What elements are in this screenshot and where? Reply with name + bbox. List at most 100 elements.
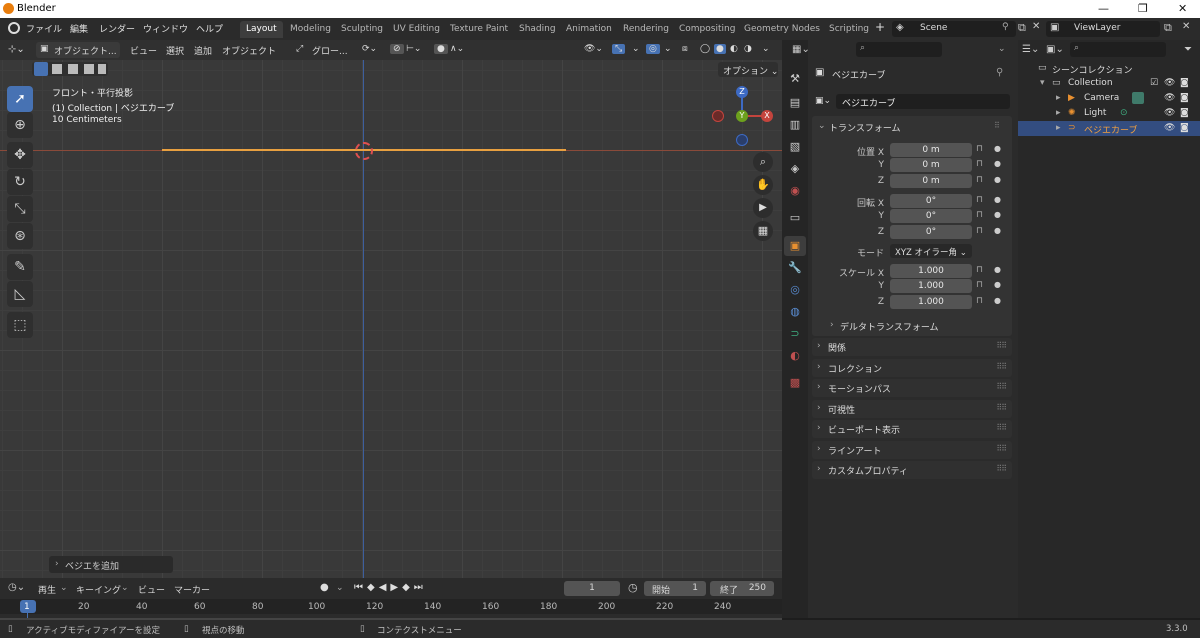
stopwatch-icon[interactable]: ◷ [628,581,638,594]
overlay-toggle-icon[interactable]: ◎ [646,44,660,54]
pin-icon[interactable]: ⚲ [1002,22,1009,32]
visibility-icon[interactable]: 👁⌄ [584,44,603,54]
pan-hand-icon[interactable]: ✋ [753,175,773,195]
keyframe-dot-icon[interactable]: ● [994,144,1001,153]
annotate-tool-icon[interactable]: ✎ [7,254,33,280]
gizmo-neg-x-icon[interactable] [712,110,724,122]
snap-icon[interactable]: ⊘ [390,44,404,54]
menu-edit[interactable]: 編集 [70,22,88,35]
outliner-row-collection[interactable]: ▾ ▭ Collection ☑ 👁 ◙ [1018,76,1200,91]
panel-line-art[interactable]: › ラインアート ⠿⠿ [812,441,1012,459]
gizmo-toggle-icon[interactable]: ⤡ [612,44,626,54]
eye-icon[interactable]: 👁 [1164,93,1175,103]
mode-selector[interactable]: ▣ オブジェクト... [36,42,120,58]
tab-scripting[interactable]: Scripting [823,21,875,38]
object-type-icon[interactable]: ▣⌄ [815,96,831,106]
physics-tab-icon[interactable]: ◍ [788,305,802,319]
menu-marker[interactable]: マーカー [174,583,210,596]
rotation-x-field[interactable]: 0° [890,194,972,208]
panel-grip-icon[interactable]: ⠿⠿ [996,403,1007,412]
transform-orientation[interactable]: グロー... [312,44,348,57]
playback-dropdown-icon[interactable]: ⌄ [60,583,68,593]
tool-tab-icon[interactable]: ⚒ [788,72,802,86]
panel-grip-icon[interactable]: ⠿⠿ [996,362,1007,371]
tab-rendering[interactable]: Rendering [617,21,675,38]
constraints-tab-icon[interactable]: ⊃ [788,327,802,341]
outliner-search-input[interactable]: ⌕ [1070,42,1166,57]
gizmo-neg-z-icon[interactable] [736,134,748,146]
end-frame-field[interactable]: 終了 250 [710,581,774,596]
panel-collections[interactable]: › コレクション ⠿⠿ [812,359,1012,377]
tab-compositing[interactable]: Compositing [673,21,741,38]
panel-grip-icon[interactable]: ⠿⠿ [996,464,1007,473]
lock-icon[interactable]: ⊓ [976,265,983,275]
location-y-field[interactable]: 0 m [890,158,972,172]
outliner-editor-type-icon[interactable]: ☰⌄ [1022,44,1039,55]
material-shading-icon[interactable]: ◐ [730,44,738,54]
tab-animation[interactable]: Animation [560,21,618,38]
material-tab-icon[interactable]: ▩ [788,376,802,390]
output-tab-icon[interactable]: ▥ [788,118,802,132]
gizmo-z-icon[interactable]: Z [736,86,748,98]
particles-tab-icon[interactable]: ◎ [788,283,802,297]
tab-sculpting[interactable]: Sculpting [335,21,389,38]
delete-view-layer-icon[interactable]: ✕ [1182,21,1190,32]
camera-view-icon[interactable]: ▶ [753,198,773,218]
object-tab-icon[interactable]: ▣ [788,239,802,253]
lock-icon[interactable]: ⊓ [976,210,983,220]
select-intersect-icon[interactable] [98,64,106,74]
properties-editor-type-icon[interactable]: ▦⌄ [792,44,810,55]
delta-transform-subpanel[interactable]: › デルタトランスフォーム [820,317,1010,334]
select-extend-icon[interactable] [52,64,62,74]
scale-x-field[interactable]: 1.000 [890,264,972,278]
camera-render-icon[interactable]: ◙ [1180,78,1189,88]
gizmo-dropdown-icon[interactable]: ⌄ [632,44,640,54]
location-x-field[interactable]: 0 m [890,143,972,157]
new-scene-icon[interactable]: ⧉ [1018,21,1026,35]
location-z-field[interactable]: 0 m [890,174,972,188]
options-dropdown[interactable]: オプション ⌄ [718,62,778,77]
menu-file[interactable]: ファイル [26,22,62,35]
lock-icon[interactable]: ⊓ [976,195,983,205]
outliner-row-camera[interactable]: ▸ ▶ Camera 👁 ◙ [1018,91,1200,106]
scene-tab-icon[interactable]: ◈ [788,162,802,176]
current-frame-field[interactable]: 1 [564,581,620,596]
eye-icon[interactable]: 👁 [1164,123,1175,133]
rotation-z-field[interactable]: 0° [890,225,972,239]
menu-keying[interactable]: キーイング [76,583,121,596]
panel-grip-icon[interactable]: ⠿⠿ [996,423,1007,432]
tab-shading[interactable]: Shading [513,21,562,38]
object-name-field[interactable]: ベジエカーブ [836,94,1010,109]
gizmo-x-icon[interactable]: X [761,110,773,122]
lock-icon[interactable]: ⊓ [976,280,983,290]
scale-y-field[interactable]: 1.000 [890,279,972,293]
lock-icon[interactable]: ⊓ [976,159,983,169]
blender-menu-icon[interactable] [8,22,20,34]
keyframe-dot-icon[interactable]: ● [994,210,1001,219]
rotation-mode-dropdown[interactable]: XYZ オイラー角 ⌄ [890,244,972,258]
transform-tool-icon[interactable]: ⊛ [7,223,33,249]
solid-shading-icon[interactable]: ● [714,44,726,54]
checkbox-icon[interactable]: ☑ [1150,78,1158,88]
rendered-shading-icon[interactable]: ◑ [744,44,752,54]
menu-object[interactable]: オブジェクト [222,44,276,57]
expand-arrow-icon[interactable]: ▸ [1056,93,1061,103]
modifier-tab-icon[interactable]: 🔧 [788,261,802,275]
auto-keying-icon[interactable]: ● [320,582,329,593]
last-operator-panel[interactable]: › ベジエを追加 [49,556,173,573]
zoom-icon[interactable]: ⌕ [753,152,773,172]
menu-add[interactable]: 追加 [194,44,212,57]
data-tab-icon[interactable]: ◐ [788,349,802,363]
orientation-icon[interactable]: ⤢ [296,44,303,54]
overlay-dropdown-icon[interactable]: ⌄ [664,44,672,54]
properties-options-icon[interactable]: ⌄ [998,44,1006,54]
filter-icon[interactable]: ⏷ [1184,44,1192,55]
tab-modeling[interactable]: Modeling [284,21,337,38]
menu-help[interactable]: ヘルプ [196,22,223,35]
outliner-row-light[interactable]: ▸ ✺ Light ⊙ 👁 ◙ [1018,106,1200,121]
measure-tool-icon[interactable]: ◺ [7,281,33,307]
select-subtract-icon[interactable] [68,64,78,74]
panel-visibility[interactable]: › 可視性 ⠿⠿ [812,400,1012,418]
move-tool-icon[interactable]: ✥ [7,142,33,168]
keyframe-dot-icon[interactable]: ● [994,280,1001,289]
